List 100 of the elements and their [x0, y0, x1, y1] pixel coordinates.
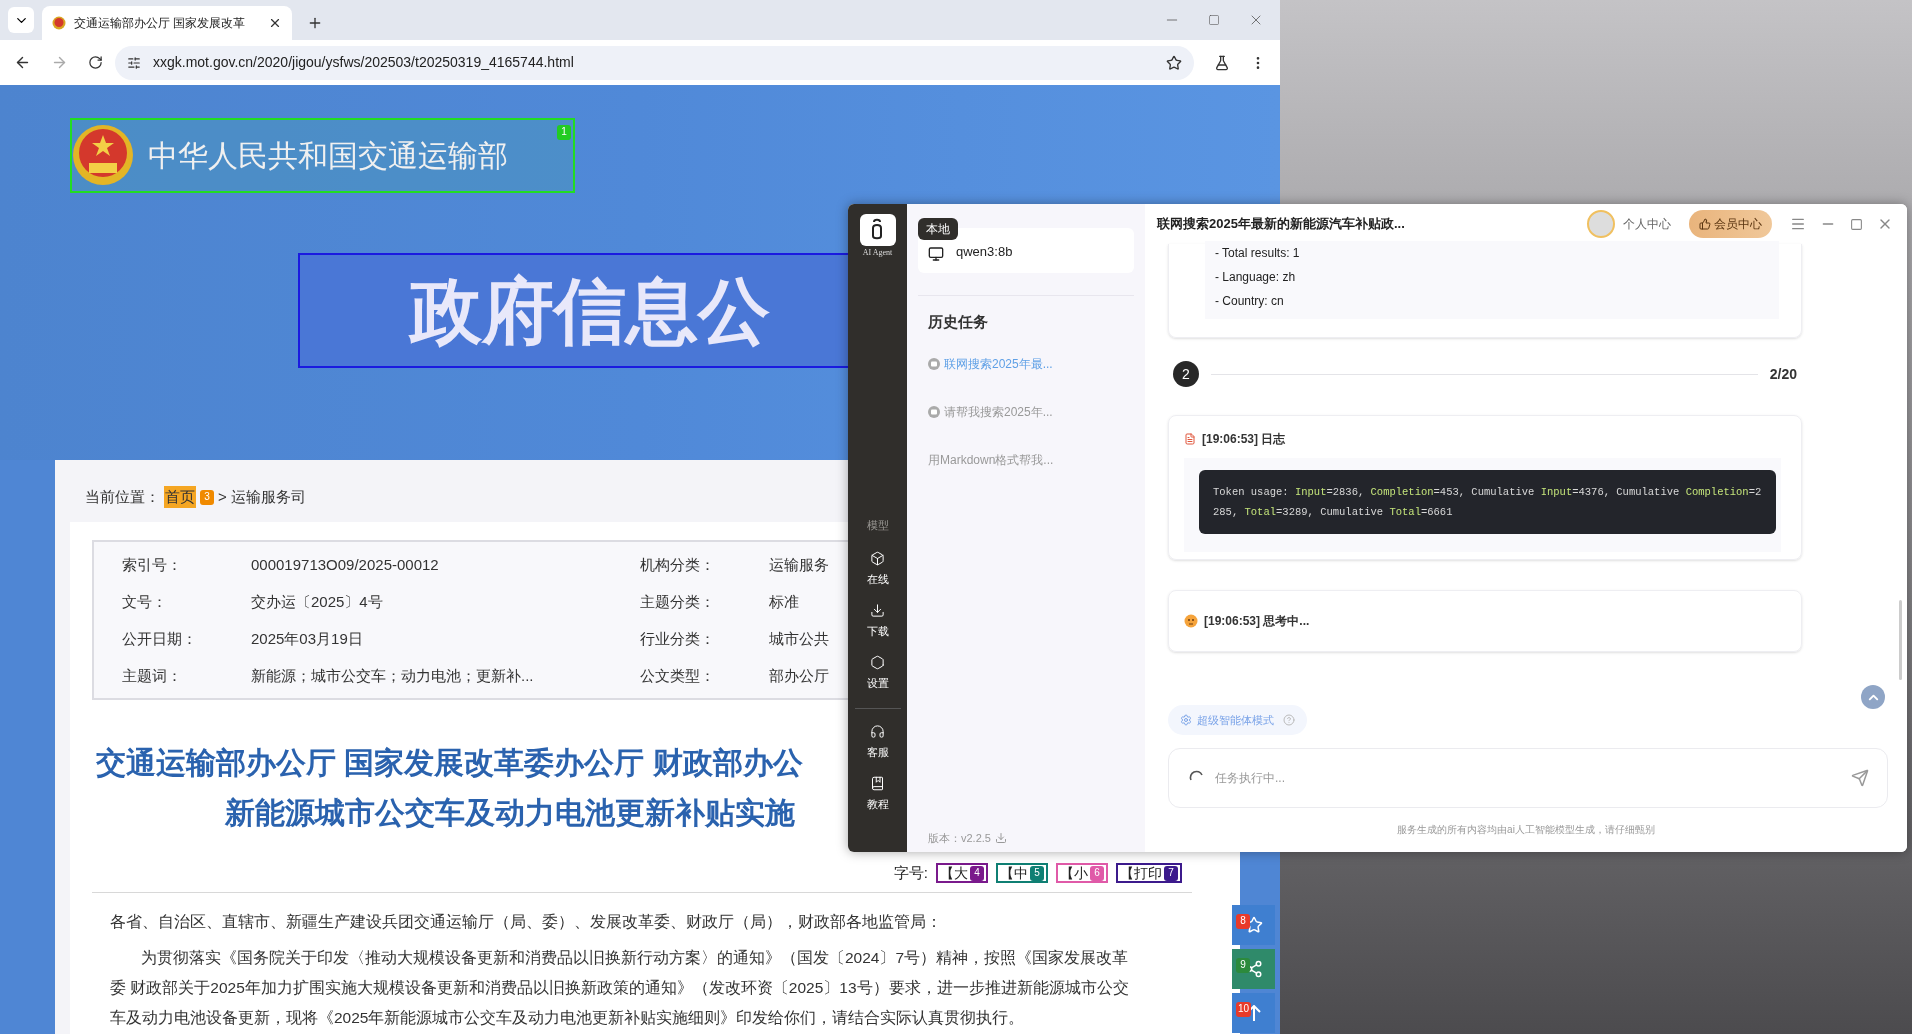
maximize-icon[interactable] — [1850, 217, 1863, 231]
url-text: xxgk.mot.gov.cn/2020/jigou/ysfws/202503/t20250319_4165744.html — [153, 53, 575, 72]
breadcrumb-link[interactable]: 运输服务司 — [230, 485, 306, 509]
metadata-label: 机构分类： — [640, 555, 716, 575]
site-settings-icon[interactable] — [127, 55, 141, 70]
nav-item[interactable]: 在线 — [851, 543, 904, 596]
version-text: 版本：v2.2.5 — [928, 830, 991, 846]
task-input-field[interactable]: 任务执行中... — [1168, 748, 1888, 808]
bookmark-star-icon[interactable] — [1166, 54, 1182, 71]
nav-item[interactable]: 下载 — [851, 595, 904, 648]
nav-item[interactable]: 客服 — [851, 716, 904, 769]
scrollbar-thumb[interactable] — [1899, 600, 1902, 680]
step-number: 2 — [1173, 361, 1199, 387]
browser-tab[interactable]: 交通运输部办公厅 国家发展改革 — [42, 6, 292, 40]
flask-icon[interactable] — [1214, 54, 1230, 71]
floating-button[interactable]: 8 — [1232, 905, 1275, 945]
number-badge: 4 — [970, 865, 984, 881]
metadata-value: 部办公厅 — [769, 666, 829, 686]
nav-heading: 模型 — [866, 518, 889, 533]
result-line: - Language: zh — [1215, 269, 1297, 286]
download-icon — [870, 603, 885, 619]
metadata-label: 主题词： — [122, 666, 183, 686]
task-input[interactable]: 任务执行中... — [1215, 769, 1841, 787]
log-header: [19:06:53] 日志 — [1202, 431, 1286, 448]
result-line: - Total results: 1 — [1215, 245, 1301, 262]
code-block: Token usage: Input=2836, Completion=453, Cumulative Input=4376, Cumulative Completion=2285, Total=3289, Cumulative Total=6661 — [1199, 470, 1776, 534]
address-field[interactable]: xxgk.mot.gov.cn/2020/jigou/ysfws/202503/t20250319_4165744.html — [115, 45, 1194, 80]
number-badge: 3 — [200, 489, 214, 505]
number-badge: 5 — [1030, 865, 1044, 881]
logo-caption: AI Agent — [862, 247, 893, 259]
history-text: 联网搜索2025年最... — [944, 355, 1053, 373]
font-size-option[interactable]: 【大 4 — [936, 863, 988, 883]
headset-icon — [870, 724, 885, 740]
vip-button[interactable]: 会员中心 — [1689, 210, 1772, 238]
tab-title: 交通运输部办公厅 国家发展改革 — [74, 15, 247, 32]
metadata-label: 公开日期： — [122, 629, 198, 649]
article-title: 新能源城市公交车及动力电池更新补贴实施 — [224, 795, 795, 831]
metadata-value: 标准 — [769, 592, 799, 612]
result-line: - Country: cn — [1215, 293, 1285, 310]
scroll-up-button[interactable] — [1861, 685, 1885, 709]
site-title: 中华人民共和国交通运输部 — [148, 138, 508, 174]
metadata-label: 行业分类： — [640, 629, 716, 649]
metadata-value: 城市公共 — [769, 629, 829, 649]
metadata-label: 索引号： — [122, 555, 183, 575]
gear-icon — [1180, 714, 1192, 726]
download-icon[interactable] — [994, 831, 1007, 844]
disclaimer-text: 服务生成的所有内容均由ai人工智能模型生成，请仔细甄别 — [1397, 823, 1655, 837]
number-badge: 7 — [1164, 865, 1178, 881]
metadata-label: 文号： — [122, 592, 168, 612]
article-paragraph: 为贯彻落实《国务院关于印发〈推动大规模设备更新和消费品以旧换新行动方案〉的通知》（国发〔2024〕7号）精神，按照《国家发展改革委 财政部关于2025年加力扩围实施大规模设备更新和消费品以旧换新政策的通知》（发改环资〔2025〕13号）要求，进一步推进新能源城市公交车及动力电池设备更新，现将《2025年新能源城市公交车及动力电池更新补贴实施细则》印发给你们，请结合实际认真贯彻执行。 — [110, 948, 1130, 1028]
tab-search-button[interactable] — [8, 7, 34, 33]
history-text: 请帮我搜索2025年... — [944, 403, 1053, 421]
floating-button[interactable]: 9 — [1232, 949, 1275, 989]
banner-title: 政府信息公 — [410, 274, 770, 347]
monitor-icon — [928, 245, 944, 262]
emblem-icon — [52, 16, 66, 30]
metadata-label: 公文类型： — [640, 666, 716, 686]
number-badge: 6 — [1090, 865, 1104, 881]
floating-button[interactable]: 10 — [1232, 993, 1275, 1033]
model-tag: 本地 — [918, 218, 958, 240]
chat-title: 联网搜索2025年最新的新能源汽车补贴政... — [1157, 215, 1405, 234]
number-badge: 8 — [1236, 913, 1250, 929]
user-center-link[interactable]: 个人中心 — [1623, 215, 1671, 233]
book-icon — [870, 776, 885, 792]
breadcrumb-link[interactable]: 首页 — [164, 485, 196, 509]
new-tab-icon[interactable] — [307, 15, 323, 31]
cube-icon — [870, 551, 885, 567]
send-icon[interactable] — [1851, 769, 1869, 787]
metadata-value: 交办运〔2025〕4号 — [251, 592, 383, 612]
maximize-icon[interactable] — [1208, 14, 1220, 26]
metadata-value: 000019713O09/2025-00012 — [251, 555, 439, 575]
metadata-value: 2025年03月19日 — [251, 629, 363, 649]
section-title: 历史任务 — [927, 312, 989, 332]
number-badge: 9 — [1236, 957, 1250, 973]
thumbs-up-icon — [1699, 218, 1711, 230]
breadcrumb-label: 当前位置： — [85, 486, 160, 507]
metadata-value: 新能源；城市公交车；动力电池；更新补... — [251, 666, 534, 686]
history-text: 用Markdown格式帮我... — [928, 451, 1054, 469]
metadata-label: 主题分类： — [640, 592, 716, 612]
breadcrumb-separator: > — [218, 486, 227, 507]
number-badge: 10 — [1236, 1001, 1252, 1017]
note-icon — [1184, 433, 1196, 445]
article-paragraph: 各省、自治区、直辖市、新疆生产建设兵团交通运输厅（局、委）、发展改革委、财政厅（局），财政部各地监管局： — [110, 912, 943, 932]
font-size-option[interactable]: 【打印 7 — [1116, 863, 1182, 883]
thinking-status: [19:06:53] 思考中... — [1204, 613, 1310, 630]
font-size-option[interactable]: 【小 6 — [1056, 863, 1108, 883]
metadata-value: 运输服务 — [769, 555, 829, 575]
number-badge: 1 — [557, 124, 571, 140]
close-icon[interactable] — [268, 16, 282, 30]
font-size-option[interactable]: 【中 5 — [996, 863, 1048, 883]
nav-item[interactable]: 设置 — [851, 647, 904, 700]
nav-item[interactable]: 教程 — [851, 768, 904, 821]
step-count: 2/20 — [1769, 364, 1797, 384]
font-size-label: 字号: — [893, 862, 928, 883]
back-icon[interactable] — [14, 54, 31, 71]
settings-icon — [870, 655, 885, 671]
reload-icon[interactable] — [88, 55, 103, 70]
thinking-emoji-icon — [1184, 614, 1198, 628]
forward-icon[interactable] — [51, 54, 68, 71]
article-title: 交通运输部办公厅 国家发展改革委办公厅 财政部办公 — [95, 745, 803, 781]
